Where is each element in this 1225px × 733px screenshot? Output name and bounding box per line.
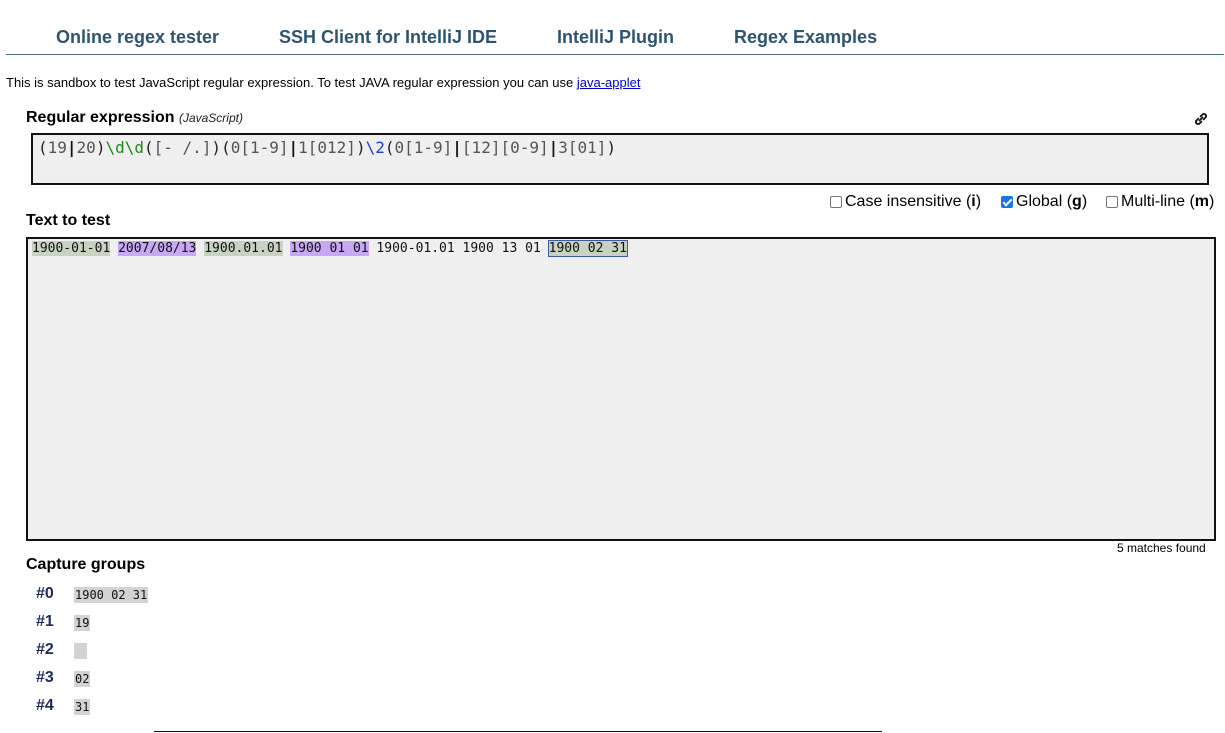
regex-token: 0[1-9]: [394, 138, 453, 157]
capture-group-value: 31: [74, 699, 91, 715]
match-highlight: 1900-01-01: [32, 241, 111, 256]
regex-token: (: [143, 138, 154, 157]
regex-token: |: [452, 138, 462, 157]
capture-group-value: 1900 02 31: [74, 587, 149, 603]
nav-intellij-plugin[interactable]: IntelliJ Plugin: [557, 27, 674, 48]
flag-global-checkbox[interactable]: [1001, 196, 1013, 208]
regex-token: ): [211, 138, 222, 157]
matches-count: 5 matches found: [1117, 541, 1206, 555]
regex-token: 20: [76, 138, 96, 157]
regex-token: |: [66, 138, 77, 157]
flag-label-close: ): [975, 193, 982, 210]
capture-group-label: #1: [36, 613, 54, 630]
regex-title: Regular expression: [26, 109, 175, 126]
java-applet-link[interactable]: java-applet: [577, 75, 641, 90]
capture-group-label: #0: [36, 585, 54, 602]
flag-case-insensitive[interactable]: Case insensitive (i): [830, 193, 981, 211]
flag-global[interactable]: Global (g): [1001, 193, 1087, 211]
regex-token: 0[1-9]: [230, 138, 289, 157]
regex-token: ): [95, 138, 106, 157]
flag-label-close: ): [1081, 193, 1088, 210]
flag-case-insensitive-checkbox[interactable]: [830, 196, 842, 208]
capture-section-title: Capture groups: [26, 556, 146, 573]
regex-input[interactable]: (19|20)\d\d([- /.])(0[1-9]|1[012])\2(0[1…: [31, 133, 1209, 185]
capture-group-value: [74, 643, 87, 659]
capture-group-label: #2: [36, 641, 54, 658]
regex-token: \2: [365, 138, 385, 157]
regex-token: ): [355, 138, 366, 157]
regex-token: 3[01]: [558, 138, 607, 157]
flag-key: g: [1072, 193, 1082, 210]
regex-token: (: [221, 138, 231, 157]
nav-regex-examples[interactable]: Regex Examples: [734, 27, 877, 48]
flag-label-close: ): [1209, 193, 1215, 210]
divider: [154, 731, 882, 732]
regex-token: |: [288, 138, 299, 157]
regex-token: (: [38, 138, 48, 157]
flag-label: Global (: [1016, 193, 1073, 210]
flag-multi-line-checkbox[interactable]: [1106, 196, 1118, 208]
nav-ssh-client[interactable]: SSH Client for IntelliJ IDE: [279, 27, 497, 48]
regex-token: [12][0-9]: [461, 138, 549, 157]
flag-multi-line[interactable]: Multi-line (m): [1106, 193, 1214, 211]
capture-group-label: #3: [36, 669, 54, 686]
regex-token: 1[012]: [298, 138, 356, 157]
match-highlight: 1900.01.01: [204, 241, 283, 256]
link-icon[interactable]: [1192, 110, 1210, 128]
test-section-title: Text to test: [26, 212, 111, 229]
test-text-segment: [110, 241, 118, 256]
test-text-segment: 1900-01.01 1900 13 01: [368, 241, 549, 256]
top-nav: Online regex tester SSH Client for Intel…: [6, 0, 1224, 55]
test-text-area[interactable]: 1900-01-01 2007/08/13 1900.01.01 1900 01…: [26, 237, 1216, 541]
intro-sentence: This is sandbox to test JavaScript regul…: [6, 75, 577, 90]
capture-group-value: 02: [74, 671, 91, 687]
regex-token: \d\d: [105, 138, 144, 157]
regex-section-title: Regular expression (JavaScript): [26, 109, 243, 127]
regex-token: [- /.]: [153, 138, 212, 157]
flag-label: Multi-line (: [1121, 193, 1195, 210]
capture-group-label: #4: [36, 697, 54, 714]
match-highlight: 1900 02 31: [547, 240, 628, 257]
match-highlight: 2007/08/13: [118, 241, 197, 256]
regex-token: ): [606, 138, 617, 157]
intro-text: This is sandbox to test JavaScript regul…: [6, 75, 640, 90]
capture-group-value: 19: [74, 615, 91, 631]
regex-subtitle: (JavaScript): [178, 111, 243, 125]
regex-token: |: [548, 138, 559, 157]
flag-key: m: [1194, 193, 1210, 210]
regex-token: 19: [47, 138, 67, 157]
flag-label: Case insensitive (: [845, 193, 972, 210]
match-highlight: 1900 01 01: [290, 241, 369, 256]
nav-online-regex-tester[interactable]: Online regex tester: [56, 27, 219, 48]
